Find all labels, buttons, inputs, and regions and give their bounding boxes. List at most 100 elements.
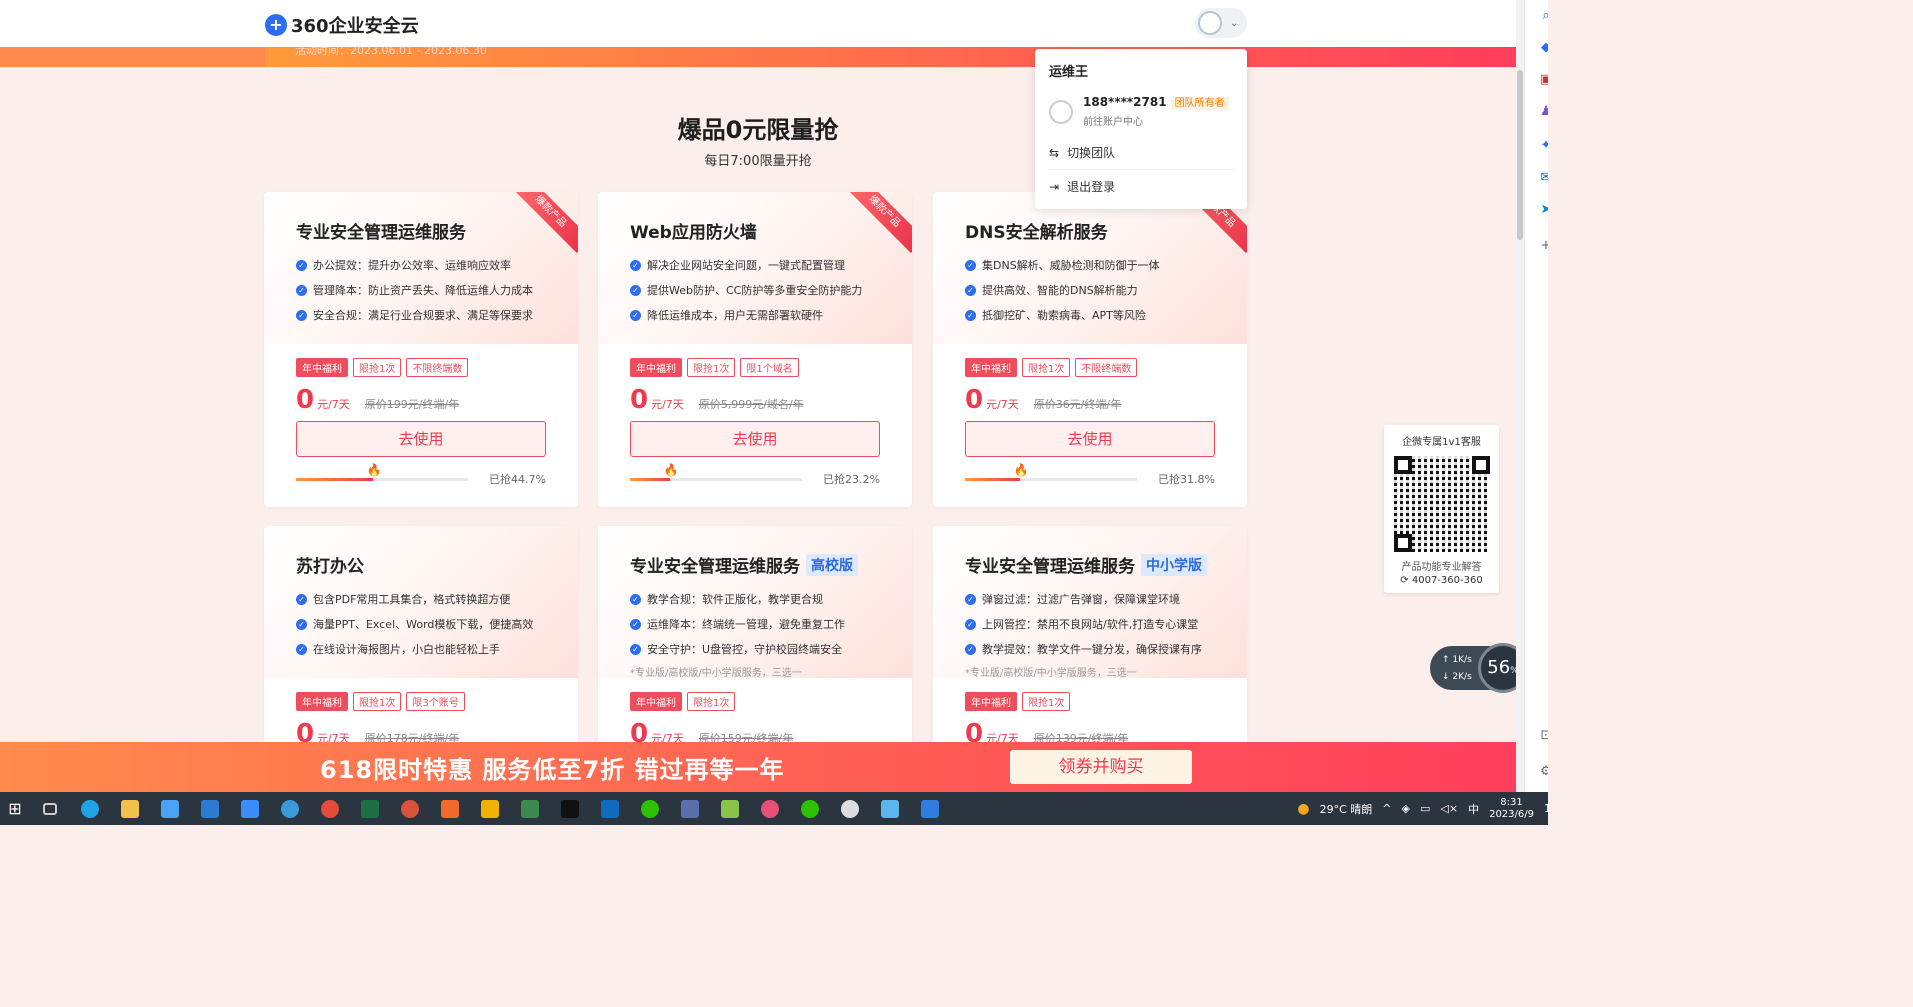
notes-icon[interactable] (710, 792, 750, 825)
page-title: 爆品0元限量抢 (677, 116, 839, 144)
edition-note: *专业版/高校版/中小学版服务，三选一 (965, 668, 1137, 679)
offer-tag: 年中福利 (296, 692, 348, 711)
offer-tag: 年中福利 (965, 358, 1017, 377)
check-icon: ✓ (296, 309, 307, 321)
outlook-icon[interactable] (590, 792, 630, 825)
card-body: 年中福利 限抢1次 0 元/7天 原价159元/终端/年 (598, 678, 912, 749)
tray-chevron-icon[interactable]: ^ (1382, 802, 1391, 815)
scrollbar-thumb[interactable] (1517, 70, 1523, 240)
download-speed: ↓ 2K/s (1442, 672, 1472, 682)
feature-item: ✓ 抵御挖矿、勒索病毒、APT等风险 (965, 307, 1215, 323)
add-icon[interactable]: + (1538, 238, 1548, 254)
rdp-icon[interactable] (870, 792, 910, 825)
people-icon[interactable]: ♟ (1538, 104, 1548, 120)
chrome-icon[interactable] (310, 792, 350, 825)
remote-icon[interactable] (470, 792, 510, 825)
buy-coupon-button[interactable]: 领券并购买 (1010, 750, 1192, 784)
chevron-down-icon: ⌄ (1230, 17, 1239, 29)
shield-icon[interactable]: ◈ (1402, 802, 1410, 815)
avatar (1198, 11, 1222, 35)
card-body: 年中福利 限抢1次 0 元/7天 原价139元/终端/年 (933, 678, 1247, 749)
feature-item: ✓ 上网管控：禁用不良网站/软件,打造专心课堂 (965, 616, 1215, 632)
card-title: 专业安全管理运维服务 (296, 218, 546, 243)
account-entry[interactable]: 188****2781 团队所有者 前往账户中心 (1049, 94, 1233, 128)
ime-indicator[interactable]: 中 (1468, 801, 1479, 817)
feature-item: ✓ 安全守护：U盘管控，守护校园终端安全 (630, 641, 880, 657)
offer-tag: 限抢1次 (687, 692, 736, 711)
mail-icon[interactable] (190, 792, 230, 825)
notification-badge[interactable]: 13 (1544, 802, 1548, 815)
brand-logo[interactable]: + 360企业安全云 (265, 12, 419, 38)
wechat-work-icon[interactable] (790, 792, 830, 825)
switch-team-item[interactable]: ⇆ 切换团队 (1049, 144, 1233, 161)
logout-label: 退出登录 (1067, 180, 1116, 194)
network-speed-widget[interactable]: ↑ 1K/s ↓ 2K/s 56% (1430, 643, 1528, 693)
feature-text: 提供Web防护、CC防护等多重安全防护能力 (647, 284, 863, 297)
feature-text: 抵御挖矿、勒索病毒、APT等风险 (982, 309, 1146, 322)
toolbox-icon[interactable]: ▣ (1538, 72, 1548, 88)
gear-icon[interactable]: ⚙ (1538, 764, 1548, 780)
feature-text: 集DNS解析、威胁检测和防御于一体 (982, 259, 1160, 272)
check-icon: ✓ (630, 643, 641, 655)
tag-icon[interactable]: ◆ (1538, 40, 1548, 56)
screenshot-icon[interactable]: ⊡ (1538, 728, 1548, 744)
logout-item[interactable]: ⇥ 退出登录 (1049, 178, 1233, 195)
taskview-icon[interactable] (30, 792, 70, 825)
feature-item: ✓ 安全合规：满足行业合规要求、满足等保要求 (296, 307, 546, 323)
volume-icon[interactable]: ◁× (1440, 802, 1458, 815)
weather-icon[interactable]: ● (1297, 801, 1309, 817)
feature-text: 包含PDF常用工具集合，格式转换超方便 (313, 593, 511, 606)
use-button[interactable]: 去使用 (630, 421, 880, 457)
clock[interactable]: 8:31 2023/6/9 (1489, 797, 1534, 821)
feishu-icon[interactable] (230, 792, 270, 825)
outlook-icon[interactable]: ✉ (1538, 170, 1548, 186)
settings-icon[interactable] (830, 792, 870, 825)
user-menu-button[interactable]: ⌄ (1195, 8, 1247, 38)
account-phone: 188****2781 (1083, 95, 1167, 109)
page-subtitle: 每日7:00限量开抢 (704, 154, 812, 169)
scrollbar[interactable] (1516, 0, 1524, 792)
copilot-icon[interactable]: ✦ (1538, 138, 1548, 154)
todo-icon[interactable] (910, 792, 950, 825)
use-button[interactable]: 去使用 (296, 421, 546, 457)
start-icon[interactable]: ⊞ (0, 792, 30, 825)
wechat-icon[interactable] (630, 792, 670, 825)
support-phone: ⟳ 4007-360-360 (1384, 575, 1499, 586)
search-icon[interactable]: ⌕ (1538, 8, 1548, 24)
price-value: 0 (296, 385, 315, 415)
price-unit: 元/7天 (986, 398, 1019, 411)
store-icon[interactable] (150, 792, 190, 825)
card-title-text: 专业安全管理运维服务 (296, 223, 466, 243)
account-center-link[interactable]: 前往账户中心 (1083, 113, 1229, 128)
card-body: 年中福利 限抢1次 不限终端数 0 元/7天 原价36元/终端/年 去使用 🔥 已抢31.8% (933, 344, 1247, 487)
feature-item: ✓ 提供Web防护、CC防护等多重安全防护能力 (630, 282, 880, 298)
feature-item: ✓ 提供高效、智能的DNS解析能力 (965, 282, 1215, 298)
excel-icon[interactable] (350, 792, 390, 825)
feature-item: ✓ 办公提效：提升办公效率、运维响应效率 (296, 257, 546, 273)
claim-progress: 🔥 已抢23.2% (630, 463, 880, 487)
app-orange-icon[interactable] (430, 792, 470, 825)
card-title: 专业安全管理运维服务 中小学版 (965, 552, 1215, 577)
check-icon: ✓ (296, 618, 307, 630)
money-icon[interactable] (510, 792, 550, 825)
banner-left-strip (0, 47, 265, 67)
feature-text: 教学合规：软件正版化，教学更合规 (647, 593, 823, 606)
progress-fill (965, 477, 1020, 481)
snail-icon[interactable] (390, 792, 430, 825)
card-title-text: 苏打办公 (296, 557, 364, 577)
browser360-icon[interactable] (270, 792, 310, 825)
edge-icon[interactable] (70, 792, 110, 825)
offer-tag: 年中福利 (296, 358, 348, 377)
edition-badge: 中小学版 (1141, 553, 1207, 576)
network-icon[interactable]: ▭ (1420, 802, 1430, 815)
terminal-icon[interactable] (550, 792, 590, 825)
weather-text[interactable]: 29°C 晴朗 (1320, 801, 1373, 817)
send-icon[interactable]: ➤ (1538, 202, 1548, 218)
use-button[interactable]: 去使用 (965, 421, 1215, 457)
monitor-icon[interactable] (670, 792, 710, 825)
promo-bar: 618限时特惠 服务低至7折 错过再等一年 领券并购买 (0, 742, 1516, 792)
explorer-icon[interactable] (110, 792, 150, 825)
photos-icon[interactable] (750, 792, 790, 825)
check-icon: ✓ (296, 643, 307, 655)
switch-icon: ⇆ (1049, 145, 1060, 160)
